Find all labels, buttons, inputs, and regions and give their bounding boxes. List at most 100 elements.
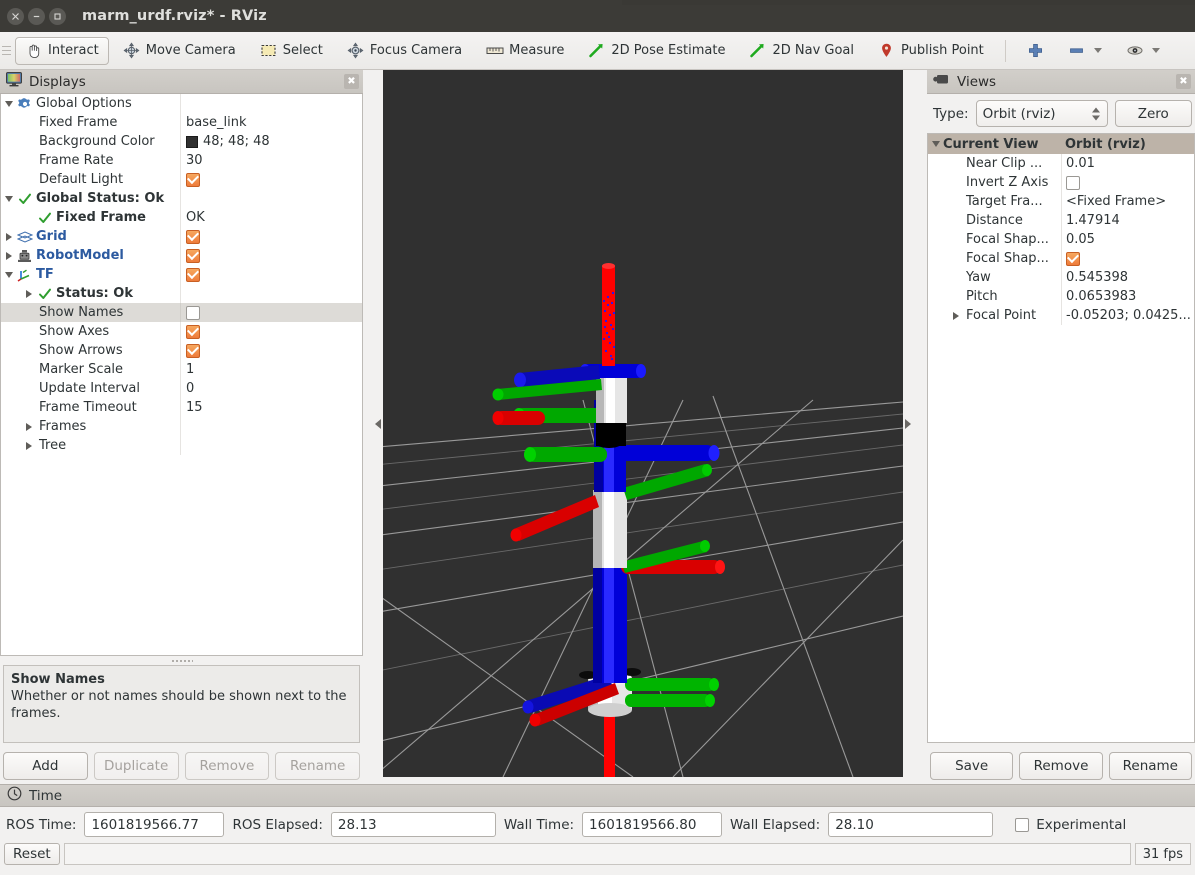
view-property-row[interactable]: Pitch 0.0653983	[928, 287, 1194, 306]
property-name-cell[interactable]: RobotModel	[1, 246, 181, 265]
property-name-cell[interactable]: Target Fra...	[928, 192, 1062, 211]
view-property-row[interactable]: Distance 1.47914	[928, 211, 1194, 230]
expander-closed-icon[interactable]	[948, 311, 963, 320]
views-property-tree[interactable]: Current View Orbit (rviz) Near Clip ... 0.0…	[927, 133, 1195, 743]
display-property-row[interactable]: RobotModel	[1, 246, 362, 265]
display-property-row[interactable]: Frame Rate 30	[1, 151, 362, 170]
property-value-cell[interactable]	[181, 305, 362, 320]
display-property-row[interactable]: Background Color 48; 48; 48	[1, 132, 362, 151]
render-viewport[interactable]	[383, 70, 903, 777]
property-value-cell[interactable]: 0.01	[1062, 156, 1194, 171]
property-checkbox[interactable]	[1066, 175, 1080, 190]
view-property-row[interactable]: Focal Point -0.05203; 0.0425...	[928, 306, 1194, 325]
view-property-row[interactable]: Focal Shap...	[928, 249, 1194, 268]
expander-closed-icon[interactable]	[21, 289, 36, 298]
display-property-row[interactable]: Global Options	[1, 94, 362, 113]
property-value-cell[interactable]: <Fixed Frame>	[1062, 194, 1194, 209]
expander-open-icon[interactable]	[1, 100, 16, 107]
expander-closed-icon[interactable]	[21, 441, 36, 450]
property-value-cell[interactable]	[1062, 251, 1194, 266]
views-save-button[interactable]: Save	[930, 752, 1014, 780]
current-view-header-cell[interactable]: Current View	[928, 137, 1062, 152]
property-value-cell[interactable]	[1062, 175, 1194, 190]
displays-add-button[interactable]: Add	[3, 752, 88, 780]
display-property-row[interactable]: Show Arrows	[1, 341, 362, 360]
display-property-row[interactable]: Status: Ok	[1, 284, 362, 303]
display-property-row[interactable]: Show Names	[1, 303, 362, 322]
tool-measure[interactable]: Measure	[476, 37, 574, 65]
property-name-cell[interactable]: Show Arrows	[1, 341, 181, 360]
view-property-row[interactable]: Focal Shap... 0.05	[928, 230, 1194, 249]
property-value-cell[interactable]	[181, 248, 362, 263]
collapse-left-panel-button[interactable]	[373, 70, 383, 777]
close-icon[interactable]	[7, 7, 24, 25]
tool-focus-camera[interactable]: Focus Camera	[337, 37, 472, 65]
display-property-row[interactable]: Default Light	[1, 170, 362, 189]
collapse-right-panel-button[interactable]	[903, 70, 913, 777]
expander-open-icon[interactable]	[1, 271, 16, 278]
minimize-icon[interactable]	[28, 7, 45, 25]
property-value-cell[interactable]: 0.0653983	[1062, 289, 1194, 304]
property-name-cell[interactable]: Distance	[928, 211, 1062, 230]
property-value-cell[interactable]: 15	[181, 400, 362, 415]
property-name-cell[interactable]: Marker Scale	[1, 360, 181, 379]
expander-closed-icon[interactable]	[1, 232, 16, 241]
property-name-cell[interactable]: Fixed Frame	[1, 113, 181, 132]
display-property-row[interactable]: Fixed Frame base_link	[1, 113, 362, 132]
property-name-cell[interactable]: Grid	[1, 227, 181, 246]
tool-publish-point[interactable]: Publish Point	[868, 37, 994, 65]
property-value-cell[interactable]	[181, 324, 362, 339]
property-value-cell[interactable]: -0.05203; 0.0425...	[1062, 308, 1194, 323]
toolbar-grip[interactable]	[2, 40, 11, 62]
tool-2d-nav-goal[interactable]: 2D Nav Goal	[739, 37, 864, 65]
views-rename-button[interactable]: Rename	[1108, 752, 1192, 780]
experimental-checkbox[interactable]	[1015, 817, 1030, 832]
property-value-cell[interactable]: base_link	[181, 115, 362, 130]
display-property-row[interactable]: Grid	[1, 227, 362, 246]
view-property-row[interactable]: Target Fra... <Fixed Frame>	[928, 192, 1194, 211]
zero-button[interactable]: Zero	[1114, 100, 1192, 127]
time-field-input[interactable]: 28.13	[330, 812, 496, 837]
property-value-cell[interactable]	[181, 267, 362, 282]
reset-button[interactable]: Reset	[4, 843, 60, 865]
property-name-cell[interactable]: Pitch	[928, 287, 1062, 306]
property-name-cell[interactable]: Fixed Frame	[1, 208, 181, 227]
remove-tool-button[interactable]	[1058, 37, 1112, 65]
view-type-select[interactable]: Orbit (rviz)	[975, 100, 1108, 127]
expander-closed-icon[interactable]	[21, 422, 36, 431]
property-name-cell[interactable]: Status: Ok	[1, 284, 181, 303]
chevron-down-icon[interactable]	[1093, 48, 1102, 53]
property-name-cell[interactable]: Focal Shap...	[928, 249, 1062, 268]
close-icon[interactable]: ✖	[344, 74, 359, 89]
property-name-cell[interactable]: Frames	[1, 417, 181, 436]
property-name-cell[interactable]: TF	[1, 265, 181, 284]
views-remove-button[interactable]: Remove	[1019, 752, 1103, 780]
property-value-cell[interactable]: 0	[181, 381, 362, 396]
tool-interact[interactable]: Interact	[15, 36, 109, 65]
chevron-down-icon[interactable]	[1151, 48, 1160, 53]
display-property-row[interactable]: Marker Scale 1	[1, 360, 362, 379]
property-name-cell[interactable]: Invert Z Axis	[928, 173, 1062, 192]
tool-visibility-button[interactable]	[1116, 37, 1170, 65]
time-field-input[interactable]: 1601819566.77	[84, 812, 225, 837]
property-name-cell[interactable]: Focal Point	[928, 306, 1062, 325]
property-name-cell[interactable]: Default Light	[1, 170, 181, 189]
property-value-cell[interactable]	[181, 343, 362, 358]
property-checkbox[interactable]	[186, 229, 200, 244]
add-tool-button[interactable]	[1017, 37, 1054, 65]
property-checkbox[interactable]	[186, 248, 200, 263]
property-value-cell[interactable]	[181, 229, 362, 244]
property-name-cell[interactable]: Frame Rate	[1, 151, 181, 170]
view-property-row[interactable]: Near Clip ... 0.01	[928, 154, 1194, 173]
property-checkbox[interactable]	[186, 305, 200, 320]
view-property-row[interactable]: Invert Z Axis	[928, 173, 1194, 192]
property-name-cell[interactable]: Background Color	[1, 132, 181, 151]
property-value-cell[interactable]: 0.05	[1062, 232, 1194, 247]
property-value-cell[interactable]: 1.47914	[1062, 213, 1194, 228]
property-name-cell[interactable]: Near Clip ...	[928, 154, 1062, 173]
display-property-row[interactable]: Global Status: Ok	[1, 189, 362, 208]
display-property-row[interactable]: Fixed Frame OK	[1, 208, 362, 227]
property-name-cell[interactable]: Yaw	[928, 268, 1062, 287]
maximize-icon[interactable]	[49, 7, 66, 25]
property-checkbox[interactable]	[186, 172, 200, 187]
